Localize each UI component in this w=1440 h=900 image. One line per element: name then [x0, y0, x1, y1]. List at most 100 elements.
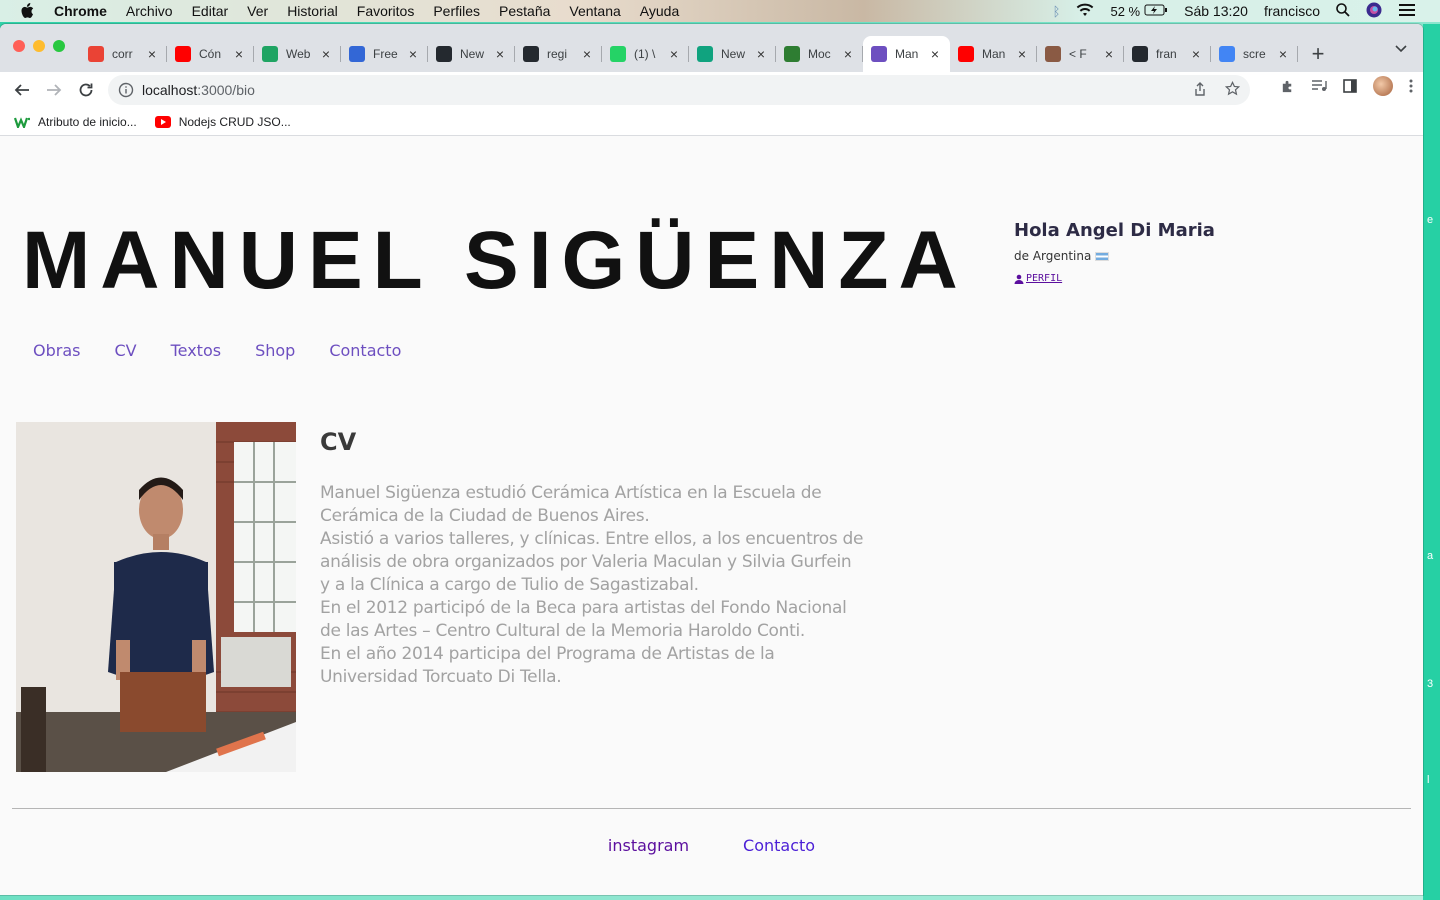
menu-ver[interactable]: Ver	[247, 3, 268, 19]
side-panel-icon[interactable]	[1343, 79, 1357, 93]
nav-contacto[interactable]: Contacto	[329, 341, 401, 360]
browser-tab[interactable]: Cón ×	[167, 36, 254, 72]
media-playlist-icon[interactable]	[1311, 79, 1327, 93]
close-tab-icon[interactable]: ×	[580, 46, 594, 62]
wifi-icon[interactable]	[1076, 3, 1094, 20]
zoom-window-button[interactable]	[53, 40, 65, 52]
browser-tab[interactable]: < F ×	[1037, 36, 1124, 72]
menu-perfiles[interactable]: Perfiles	[433, 3, 480, 19]
github-icon	[436, 46, 452, 62]
extensions-puzzle-icon[interactable]	[1280, 79, 1295, 94]
site-info-icon[interactable]	[118, 82, 134, 98]
profile-avatar[interactable]	[1373, 76, 1393, 96]
nav-cv[interactable]: CV	[114, 341, 136, 360]
browser-tab[interactable]: New ×	[428, 36, 515, 72]
siri-icon[interactable]	[1366, 2, 1382, 21]
bio-line: y a la Clínica a cargo de Tulio de Sagas…	[320, 575, 699, 595]
bio-line: Asistió a varios talleres, y clínicas. E…	[320, 529, 864, 549]
close-tab-icon[interactable]: ×	[841, 46, 855, 62]
tab-title: Man	[895, 47, 919, 61]
close-tab-icon[interactable]: ×	[493, 46, 507, 62]
nav-textos[interactable]: Textos	[171, 341, 221, 360]
bookmark-atributo[interactable]: Atributo de inicio...	[14, 115, 137, 129]
address-bar[interactable]: localhost:3000/bio	[108, 75, 1250, 105]
browser-tab[interactable]: Moc ×	[776, 36, 863, 72]
youtube-icon	[154, 115, 171, 128]
footer-instagram-link[interactable]: instagram	[608, 836, 689, 855]
menu-archivo[interactable]: Archivo	[126, 3, 173, 19]
bookmark-nodejs-crud[interactable]: Nodejs CRUD JSO...	[154, 114, 291, 129]
close-tab-icon[interactable]: ×	[406, 46, 420, 62]
greeting-text: Hola Angel Di Maria	[1014, 220, 1215, 241]
user-name[interactable]: francisco	[1264, 3, 1320, 19]
site-title[interactable]: MANUEL SIGÜENZA	[22, 214, 968, 308]
close-tab-icon[interactable]: ×	[1189, 46, 1203, 62]
bookmark-label: Nodejs CRUD JSO...	[178, 114, 291, 129]
argentina-flag-icon	[1095, 251, 1110, 261]
close-tab-icon[interactable]: ×	[1276, 46, 1290, 62]
battery-icon[interactable]	[1144, 3, 1168, 19]
menu-editar[interactable]: Editar	[192, 3, 229, 19]
github-icon	[1132, 46, 1148, 62]
close-tab-icon[interactable]: ×	[928, 46, 942, 62]
menu-ayuda[interactable]: Ayuda	[640, 3, 679, 19]
spotlight-search-icon[interactable]	[1336, 2, 1350, 20]
tab-title: scre	[1243, 47, 1266, 61]
menu-app-name[interactable]: Chrome	[54, 3, 107, 19]
google-icon	[1219, 46, 1235, 62]
browser-toolbar: localhost:3000/bio	[0, 72, 1423, 108]
bookmark-star-icon[interactable]	[1224, 80, 1241, 99]
close-tab-icon[interactable]: ×	[319, 46, 333, 62]
new-tab-button[interactable]: +	[1304, 40, 1332, 68]
nav-shop[interactable]: Shop	[255, 341, 295, 360]
menu-favoritos[interactable]: Favoritos	[357, 3, 415, 19]
browser-tab[interactable]: (1) \ ×	[602, 36, 689, 72]
tab-title: Free	[373, 47, 398, 61]
apple-menu-icon[interactable]	[20, 3, 40, 19]
reload-button[interactable]	[70, 74, 102, 106]
menu-historial[interactable]: Historial	[287, 3, 338, 19]
close-tab-icon[interactable]: ×	[145, 46, 159, 62]
github-icon	[523, 46, 539, 62]
minimize-window-button[interactable]	[33, 40, 45, 52]
footer-contact-link[interactable]: Contacto	[743, 836, 815, 855]
back-button[interactable]	[6, 74, 38, 106]
browser-tab[interactable]: New ×	[689, 36, 776, 72]
browser-tab[interactable]: Free ×	[341, 36, 428, 72]
footer-divider	[12, 808, 1411, 809]
close-tab-icon[interactable]: ×	[754, 46, 768, 62]
tab-search-chevron-icon[interactable]	[1395, 42, 1407, 56]
close-tab-icon[interactable]: ×	[667, 46, 681, 62]
tab-title: Web	[286, 47, 311, 61]
back-arrow-icon	[14, 84, 29, 96]
nav-obras[interactable]: Obras	[33, 341, 80, 360]
close-tab-icon[interactable]: ×	[1102, 46, 1116, 62]
clock[interactable]: Sáb 13:20	[1184, 3, 1248, 19]
forward-button[interactable]	[38, 74, 70, 106]
close-tab-icon[interactable]: ×	[1015, 46, 1029, 62]
menu-pestana[interactable]: Pestaña	[499, 3, 550, 19]
close-window-button[interactable]	[13, 40, 25, 52]
chrome-menu-kebab-icon[interactable]	[1409, 79, 1413, 93]
menu-ventana[interactable]: Ventana	[569, 3, 620, 19]
tab-title: corr	[112, 47, 133, 61]
bio-line: En el año 2014 participa del Programa de…	[320, 644, 775, 664]
bio-heading: CV	[320, 428, 357, 456]
browser-tab[interactable]: corr ×	[80, 36, 167, 72]
bluetooth-icon[interactable]: ᛒ	[1053, 4, 1061, 19]
forward-arrow-icon	[47, 84, 62, 96]
control-center-icon[interactable]	[1398, 3, 1416, 20]
browser-tab[interactable]: Man ×	[863, 36, 950, 72]
close-tab-icon[interactable]: ×	[232, 46, 246, 62]
browser-tab[interactable]: fran ×	[1124, 36, 1211, 72]
browser-tab[interactable]: scre ×	[1211, 36, 1298, 72]
share-icon[interactable]	[1193, 81, 1207, 99]
browser-tab[interactable]: Man ×	[950, 36, 1037, 72]
bio-line: En el 2012 participó de la Beca para art…	[320, 598, 847, 618]
browser-tab[interactable]: Web ×	[254, 36, 341, 72]
tab-title: (1) \	[634, 47, 656, 61]
omnibox-actions	[1175, 80, 1241, 99]
profile-link[interactable]: PERFIL	[1014, 273, 1215, 284]
bio-line: Cerámica de la Ciudad de Buenos Aires.	[320, 506, 650, 526]
browser-tab[interactable]: regi ×	[515, 36, 602, 72]
